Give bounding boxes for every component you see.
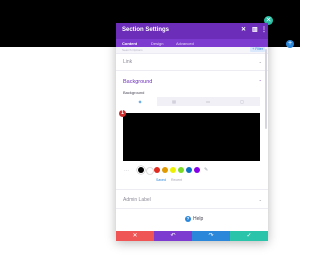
help-icon[interactable]: ? (185, 216, 191, 222)
background-type-tabs: ◈ ▤ ▭ ▢ (123, 97, 260, 106)
palette-tab-saved[interactable]: Saved (156, 178, 166, 182)
admin-label-panel-title: Admin Label (123, 197, 151, 203)
tab-advanced[interactable]: Advanced (176, 41, 194, 46)
swatch-purple[interactable] (194, 167, 200, 173)
chevron-down-icon[interactable]: ⌄ (259, 59, 262, 64)
help-link[interactable]: Help (193, 216, 203, 222)
video-icon[interactable]: ▢ (225, 97, 259, 106)
image-icon[interactable]: ▭ (191, 97, 225, 106)
background-color-preview[interactable] (123, 113, 260, 161)
color-fill-icon[interactable]: ◈ (123, 97, 157, 106)
tab-content[interactable]: Content (119, 41, 140, 48)
undo-button[interactable]: ↶ (154, 231, 192, 241)
swatch-black[interactable] (138, 167, 144, 173)
swatch-green[interactable] (178, 167, 184, 173)
swatch-orange[interactable] (162, 167, 168, 173)
swatch-red[interactable] (154, 167, 160, 173)
tab-design[interactable]: Design (151, 41, 163, 46)
divider (116, 189, 268, 190)
background-field-label: Background (123, 90, 145, 95)
scrollbar[interactable] (265, 49, 267, 129)
redo-button[interactable]: ↷ (192, 231, 230, 241)
add-icon[interactable]: + (286, 40, 294, 48)
search-bar[interactable]: Search Options + Filter (116, 47, 268, 54)
more-icon[interactable]: ⋮ (261, 26, 267, 33)
modal-footer: ✕ ↶ ↷ ✓ (116, 231, 268, 241)
palette-tab-recent[interactable]: Recent (171, 178, 182, 182)
search-input[interactable]: Search Options (122, 48, 143, 52)
link-panel-title: Link (123, 59, 133, 65)
chevron-up-icon[interactable]: ⌃ (259, 79, 262, 84)
swatch-blue[interactable] (186, 167, 192, 173)
section-settings-modal: Section Settings ✕ ▥ ⋮ Content Design Ad… (116, 23, 268, 241)
chevron-down-icon[interactable]: ⌄ (259, 197, 262, 202)
filter-button[interactable]: + Filter (250, 47, 265, 52)
close-icon[interactable]: ✕ (241, 26, 246, 33)
link-panel[interactable]: Link ⌄ (116, 54, 268, 71)
eyedropper-icon[interactable]: ⋯ (124, 168, 129, 174)
gradient-icon[interactable]: ▤ (157, 97, 191, 106)
step-marker: 1 (119, 110, 126, 117)
columns-icon[interactable]: ▥ (252, 26, 258, 33)
pencil-icon[interactable]: ✎ (204, 167, 208, 173)
modal-header[interactable]: Section Settings ✕ ▥ ⋮ (116, 23, 268, 39)
discard-button[interactable]: ✕ (116, 231, 154, 241)
background-panel-title[interactable]: Background (123, 79, 152, 85)
admin-label-panel[interactable]: Admin Label ⌄ (116, 193, 268, 209)
save-button[interactable]: ✓ (230, 231, 268, 241)
swatch-white[interactable] (146, 167, 154, 175)
modal-title: Section Settings (122, 27, 170, 33)
modal-tabs: Content Design Advanced (116, 39, 268, 48)
swatch-yellow[interactable] (170, 167, 176, 173)
